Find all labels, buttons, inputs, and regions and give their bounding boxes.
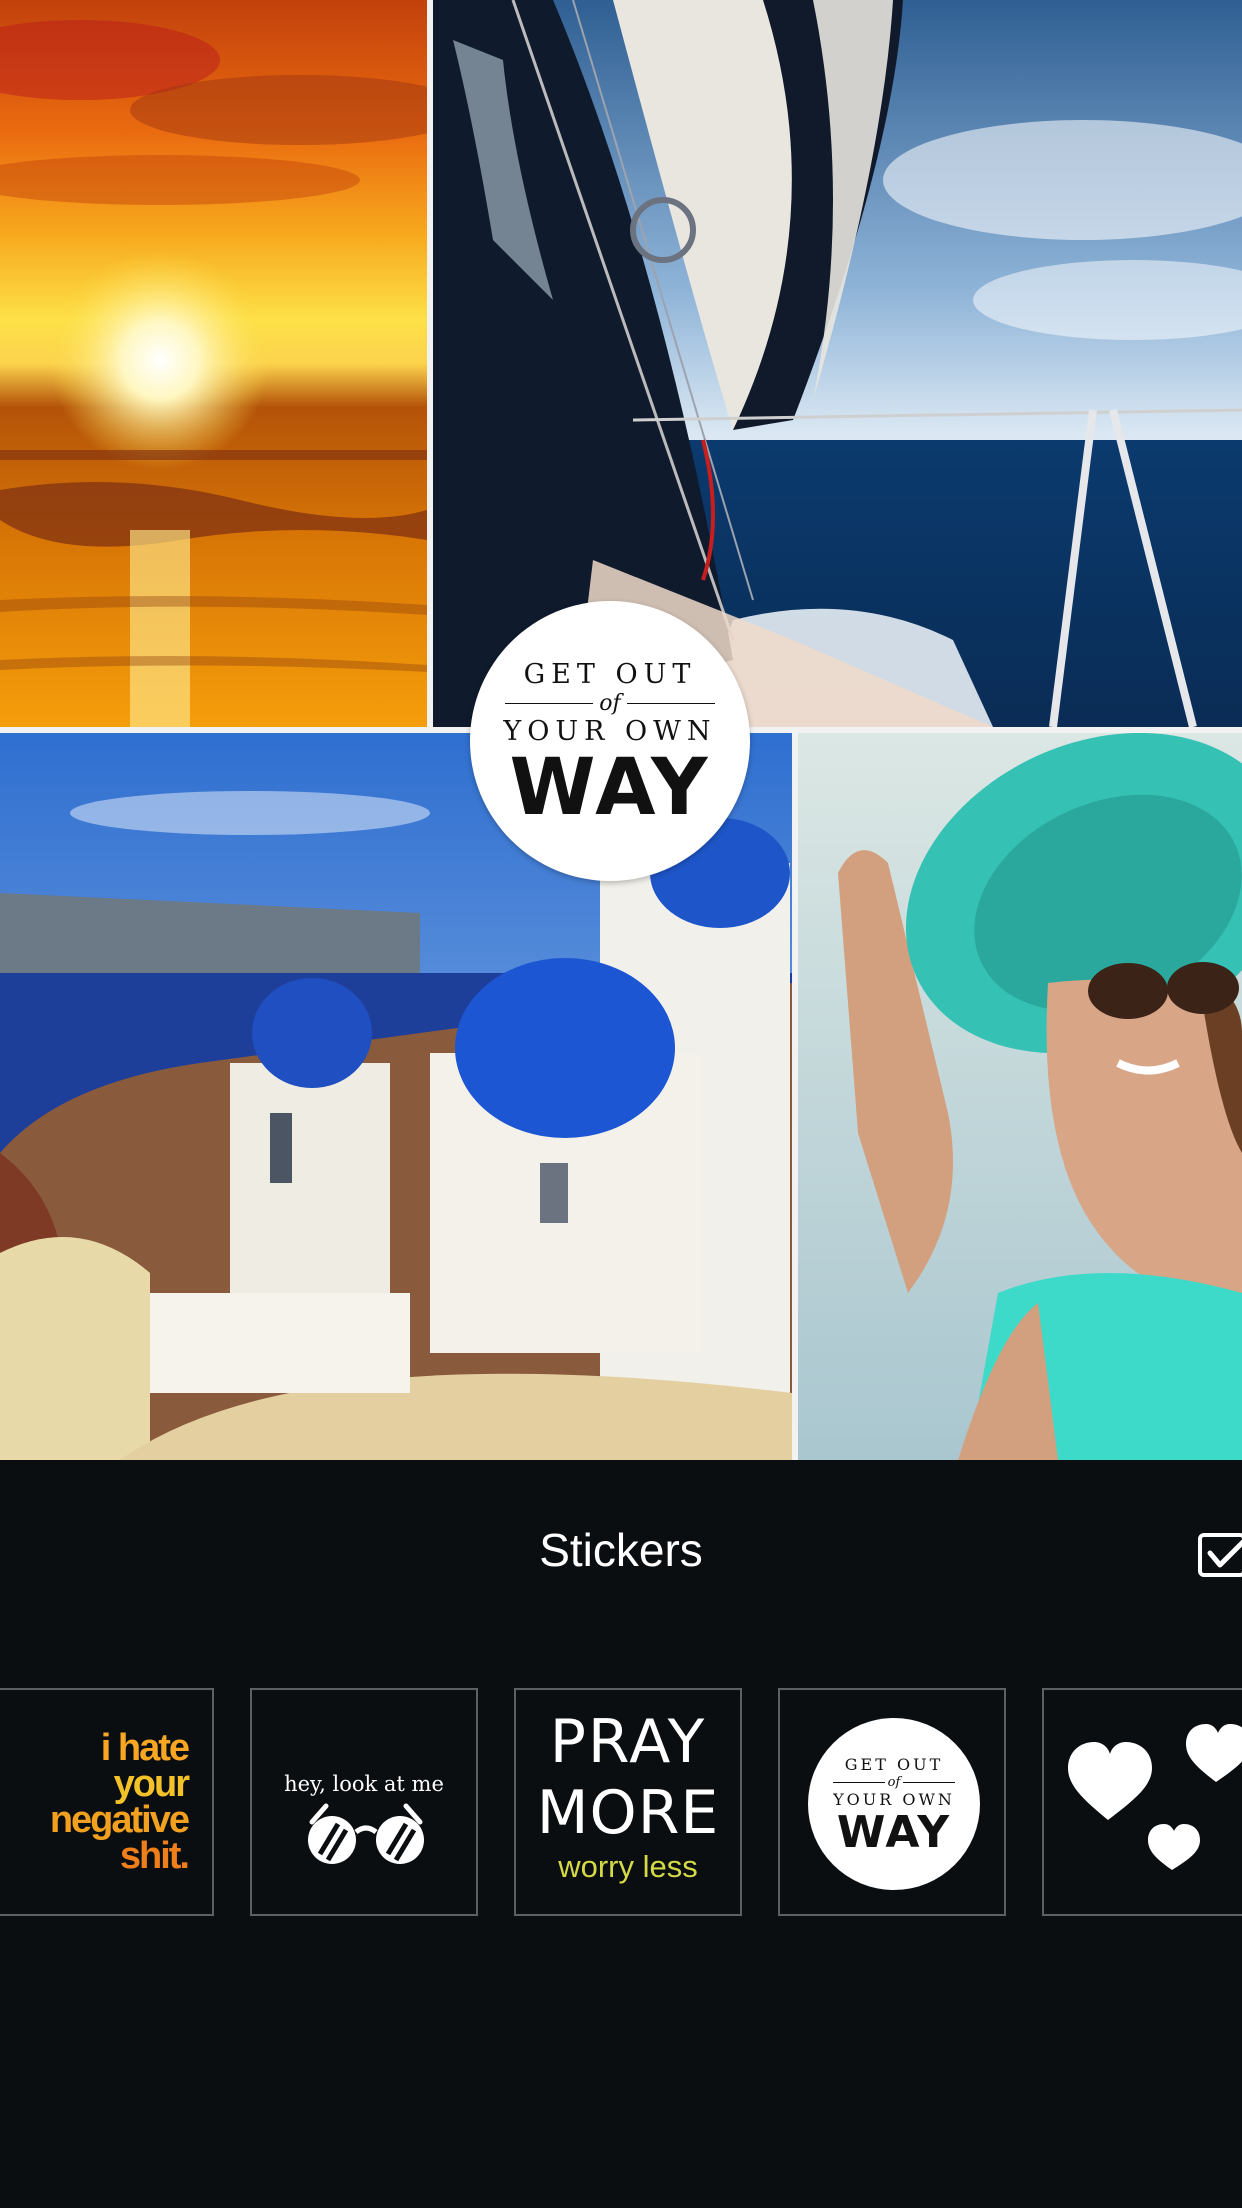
photo-sunset-beach[interactable] [0, 0, 427, 727]
sticker-line-get-out: GET OUT [844, 1755, 944, 1774]
sticker-hey-look-at-me[interactable]: hey, look at me [250, 1688, 478, 1916]
sticker-i-hate-your-negative-shit[interactable]: i hate your negative shit. [0, 1688, 214, 1916]
sticker-divider: of [485, 690, 735, 716]
sticker-line-pray: PRAY [549, 1707, 707, 1777]
sunglasses-icon [308, 1803, 424, 1864]
placed-sticker-get-out-of-your-own-way[interactable]: GET OUT of YOUR OWN WAY [470, 601, 750, 881]
sticker-text-line: negative [49, 1799, 190, 1841]
photo-woman-in-hat[interactable] [798, 733, 1242, 1460]
sticker-panel: Stickers i hate your negative shit. hey,… [0, 1460, 1242, 2208]
checkbox-check-icon [1198, 1533, 1242, 1577]
sticker-tray[interactable]: i hate your negative shit. hey, look at … [0, 1688, 1242, 1920]
sticker-text-line: your [113, 1763, 190, 1805]
sticker-text-line: shit. [119, 1835, 190, 1877]
sticker-pray-more-worry-less[interactable]: PRAY MORE worry less [514, 1688, 742, 1916]
sticker-line-of: of [884, 1774, 904, 1790]
sticker-line-way: WAY [509, 743, 711, 833]
sticker-line-way: WAY [836, 1807, 952, 1858]
sticker-line-get-out: GET OUT [523, 659, 697, 690]
sticker-text: hey, look at me [284, 1772, 444, 1796]
sunset-image [0, 0, 427, 727]
sticker-line-more: MORE [536, 1778, 720, 1848]
sticker-divider: of [819, 1774, 969, 1790]
confirm-button[interactable] [1198, 1531, 1242, 1579]
sticker-hearts[interactable] [1042, 1688, 1242, 1916]
sticker-line-of: of [593, 690, 627, 716]
panel-title: Stickers [539, 1524, 703, 1576]
sticker-text-line: i hate [100, 1727, 190, 1769]
sticker-text-block: i hate your negative shit. [49, 1727, 190, 1877]
hearts-icon [1068, 1724, 1242, 1870]
sticker-line-worry-less: worry less [558, 1849, 698, 1884]
sticker-circle: GET OUT of YOUR OWN WAY [808, 1718, 980, 1890]
sticker-text-block: PRAY MORE worry less [516, 1708, 740, 1884]
sticker-get-out-of-your-own-way[interactable]: GET OUT of YOUR OWN WAY [778, 1688, 1006, 1916]
collage-canvas[interactable]: GET OUT of YOUR OWN WAY [0, 0, 1242, 1460]
woman-image [798, 733, 1242, 1460]
